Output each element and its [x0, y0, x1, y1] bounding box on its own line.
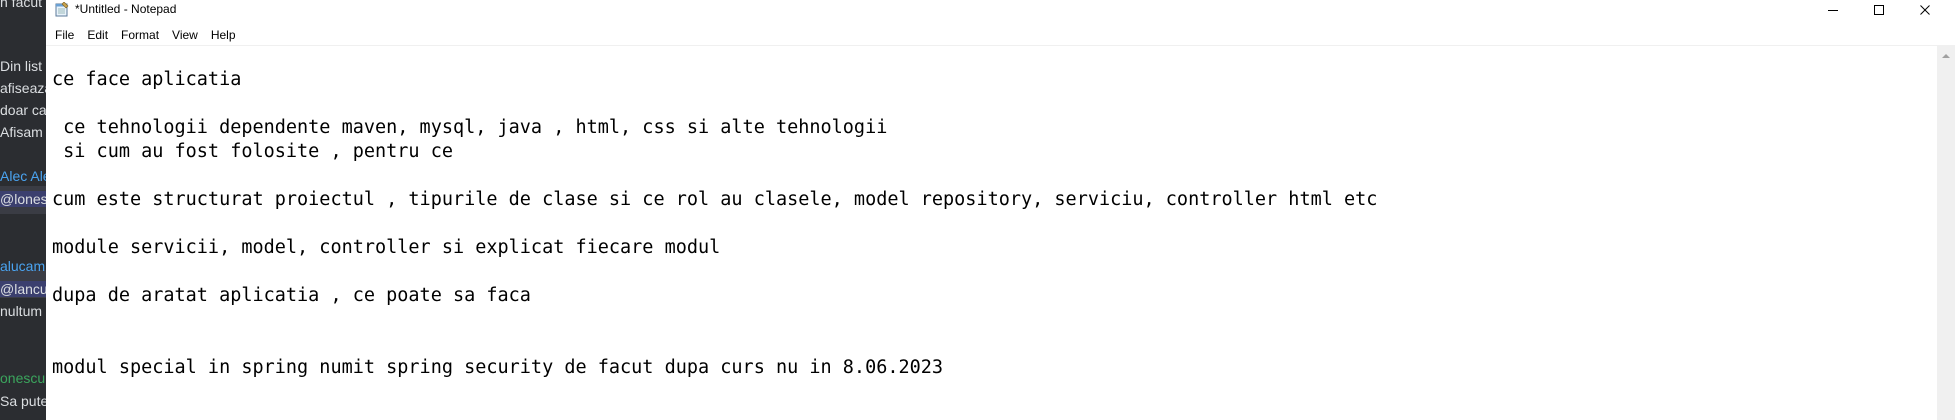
- scroll-up-button[interactable]: [1937, 46, 1955, 64]
- background-username-link[interactable]: alucam: [0, 258, 45, 274]
- background-username-link[interactable]: onescu: [0, 370, 45, 386]
- editor-line[interactable]: cum este structurat proiectul , tipurile…: [52, 189, 1377, 211]
- background-mention: @lancu: [0, 281, 46, 297]
- editor-line[interactable]: modul special in spring numit spring sec…: [52, 357, 943, 379]
- maximize-button[interactable]: [1856, 0, 1902, 19]
- background-chat-app: n facut c Din list afiseaza doar car Afi…: [0, 0, 46, 420]
- background-text-line: doar car: [0, 102, 46, 118]
- notepad-window: *Untitled - Notepad File Edit Format Vie…: [46, 0, 1955, 420]
- menu-view[interactable]: View: [166, 25, 205, 45]
- text-editor-area[interactable]: ce face aplicatia ce tehnologii dependen…: [46, 46, 1937, 420]
- title-bar[interactable]: *Untitled - Notepad: [46, 0, 1955, 19]
- notepad-icon: [55, 1, 69, 17]
- background-text-line: Din list: [0, 58, 43, 74]
- background-username-link[interactable]: Alec Ale: [0, 168, 46, 184]
- editor-line[interactable]: dupa de aratat aplicatia , ce poate sa f…: [52, 285, 531, 307]
- editor-line[interactable]: ce face aplicatia: [52, 69, 241, 91]
- background-text-line: nultum: [0, 303, 43, 319]
- chevron-up-icon: [1942, 46, 1950, 64]
- menu-edit[interactable]: Edit: [81, 25, 115, 45]
- editor-line[interactable]: module servicii, model, controller si ex…: [52, 237, 720, 259]
- menu-file[interactable]: File: [49, 25, 81, 45]
- minimize-icon: [1827, 4, 1839, 16]
- editor-line[interactable]: si cum au fost folosite , pentru ce: [52, 141, 453, 163]
- vertical-scrollbar[interactable]: [1937, 46, 1955, 420]
- menu-help[interactable]: Help: [205, 25, 243, 45]
- maximize-icon: [1873, 4, 1885, 16]
- menu-bar: File Edit Format View Help: [46, 24, 1955, 46]
- close-icon: [1919, 4, 1931, 16]
- minimize-button[interactable]: [1810, 0, 1856, 19]
- menu-format[interactable]: Format: [115, 25, 166, 45]
- close-button[interactable]: [1902, 0, 1948, 19]
- editor-line[interactable]: ce tehnologii dependente maven, mysql, j…: [52, 117, 887, 139]
- window-title: *Untitled - Notepad: [75, 2, 177, 16]
- background-text-line: Sa puter: [0, 393, 46, 409]
- background-text-line: afiseaza: [0, 80, 46, 96]
- background-text-line: n facut c: [0, 0, 46, 10]
- background-mention: @lones: [0, 191, 46, 207]
- background-text-line: Afisam: [0, 124, 43, 140]
